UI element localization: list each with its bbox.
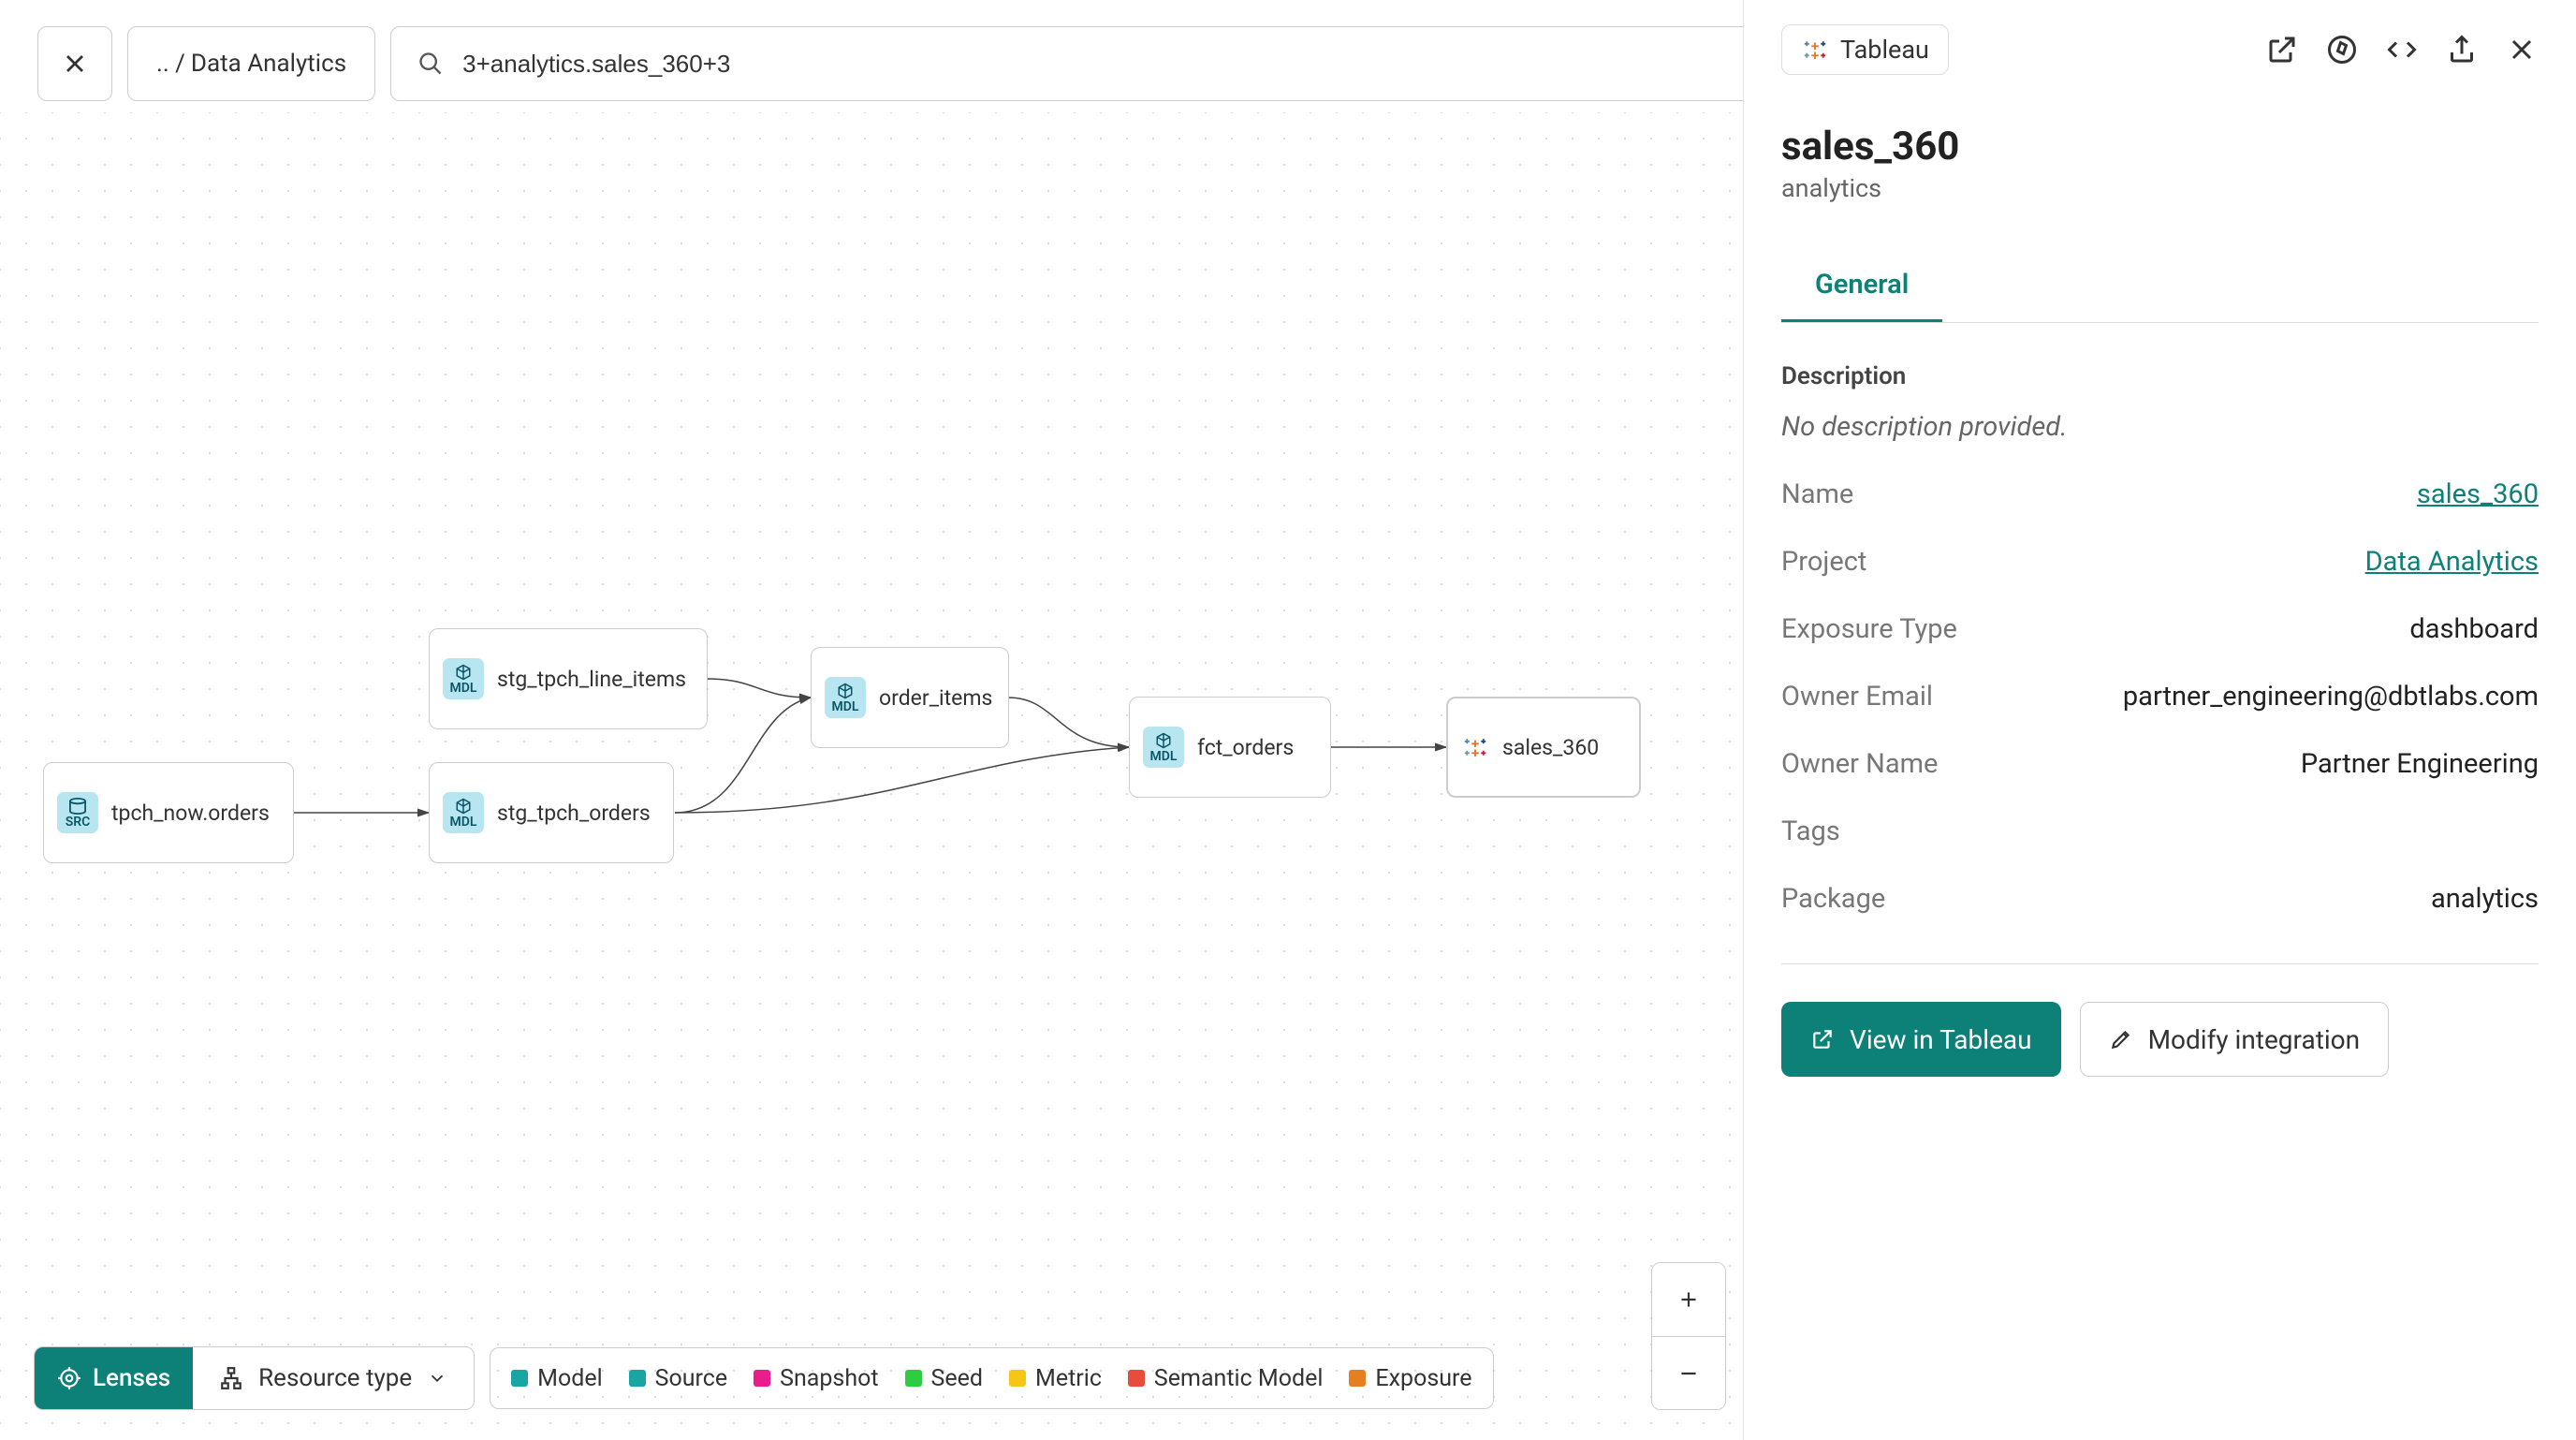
field-project: Project Data Analytics <box>1781 546 2539 578</box>
field-tags: Tags <box>1781 816 2539 847</box>
legend-source: Source <box>629 1365 727 1392</box>
description-label: Description <box>1781 362 2539 390</box>
minus-icon <box>1676 1361 1701 1386</box>
zoom-out-button[interactable] <box>1652 1336 1725 1409</box>
breadcrumb-label: Data Analytics <box>191 50 346 78</box>
legend-model: Model <box>511 1365 603 1392</box>
description-value: No description provided. <box>1781 411 2539 443</box>
database-icon: SRC <box>57 792 98 833</box>
node-label: tpch_now.orders <box>111 801 270 826</box>
node-stg-orders[interactable]: MDL stg_tpch_orders <box>429 762 674 863</box>
legend-snapshot: Snapshot <box>754 1365 878 1392</box>
node-label: order_items <box>879 685 992 711</box>
sidebar-top: Tableau <box>1781 19 2539 92</box>
lineage-canvas[interactable]: SRC tpch_now.orders MDL stg_tpch_line_it… <box>0 112 1743 1440</box>
chevron-down-icon <box>427 1368 447 1389</box>
resource-type-button[interactable]: Resource type <box>193 1347 474 1409</box>
name-link[interactable]: sales_360 <box>2417 478 2539 510</box>
sidebar-tabs: General <box>1781 250 2539 323</box>
sidebar-button-row: View in Tableau Modify integration <box>1781 963 2539 1077</box>
node-label: stg_tpch_orders <box>497 801 651 826</box>
legend-semantic-model: Semantic Model <box>1128 1365 1324 1392</box>
zoom-controls <box>1651 1262 1726 1410</box>
hierarchy-icon <box>219 1366 243 1390</box>
node-label: sales_360 <box>1502 735 1599 760</box>
legend-exposure: Exposure <box>1349 1365 1471 1392</box>
view-in-tableau-button[interactable]: View in Tableau <box>1781 1002 2061 1077</box>
sidebar-title: sales_360 <box>1781 124 2539 169</box>
field-package: Package analytics <box>1781 883 2539 915</box>
lenses-button[interactable]: Lenses <box>35 1347 193 1409</box>
close-sidebar-button[interactable] <box>2505 33 2539 66</box>
code-button[interactable] <box>2385 33 2419 66</box>
legend-metric: Metric <box>1009 1365 1102 1392</box>
node-fct-orders[interactable]: MDL fct_orders <box>1129 697 1331 798</box>
search-icon <box>417 51 444 77</box>
modify-integration-button[interactable]: Modify integration <box>2080 1002 2390 1077</box>
field-name: Name sales_360 <box>1781 478 2539 510</box>
legend: Model Source Snapshot Seed Metric Semant… <box>490 1347 1493 1409</box>
tableau-icon <box>1801 36 1829 64</box>
cube-icon: MDL <box>443 792 484 833</box>
breadcrumb-prefix: .. / <box>156 50 185 78</box>
field-owner-name: Owner Name Partner Engineering <box>1781 748 2539 780</box>
legend-seed: Seed <box>905 1365 983 1392</box>
plus-icon <box>1676 1287 1701 1312</box>
bottom-bar: Lenses Resource type Model Source Snapsh… <box>34 1346 1494 1410</box>
sidebar-subtitle: analytics <box>1781 173 2539 203</box>
breadcrumb[interactable]: .. / Data Analytics <box>127 26 375 101</box>
node-label: stg_tpch_line_items <box>497 667 686 692</box>
zoom-in-button[interactable] <box>1652 1263 1725 1336</box>
node-label: fct_orders <box>1197 735 1294 760</box>
cube-icon: MDL <box>443 658 484 699</box>
project-link[interactable]: Data Analytics <box>2365 546 2539 578</box>
node-src-orders[interactable]: SRC tpch_now.orders <box>43 762 294 863</box>
close-button[interactable] <box>37 26 112 101</box>
details-sidebar: Tableau sales_360 analytics General Desc… <box>1743 0 2576 1440</box>
cube-icon: MDL <box>825 677 866 718</box>
sidebar-actions <box>2265 33 2539 66</box>
close-icon <box>60 49 90 79</box>
node-order-items[interactable]: MDL order_items <box>811 647 1009 748</box>
share-button[interactable] <box>2445 33 2479 66</box>
tableau-icon <box>1461 733 1489 761</box>
tab-general[interactable]: General <box>1781 250 1942 322</box>
node-sales-360[interactable]: sales_360 <box>1446 697 1641 798</box>
field-exposure-type: Exposure Type dashboard <box>1781 613 2539 645</box>
pencil-icon <box>2109 1027 2133 1051</box>
tableau-chip[interactable]: Tableau <box>1781 24 1949 75</box>
field-owner-email: Owner Email partner_engineering@dbtlabs.… <box>1781 681 2539 713</box>
node-stg-line-items[interactable]: MDL stg_tpch_line_items <box>429 628 708 729</box>
external-link-icon <box>1810 1027 1835 1051</box>
cube-icon: MDL <box>1143 727 1184 768</box>
lenses-group: Lenses Resource type <box>34 1346 475 1410</box>
lenses-icon <box>57 1366 81 1390</box>
compass-button[interactable] <box>2325 33 2359 66</box>
external-link-button[interactable] <box>2265 33 2299 66</box>
